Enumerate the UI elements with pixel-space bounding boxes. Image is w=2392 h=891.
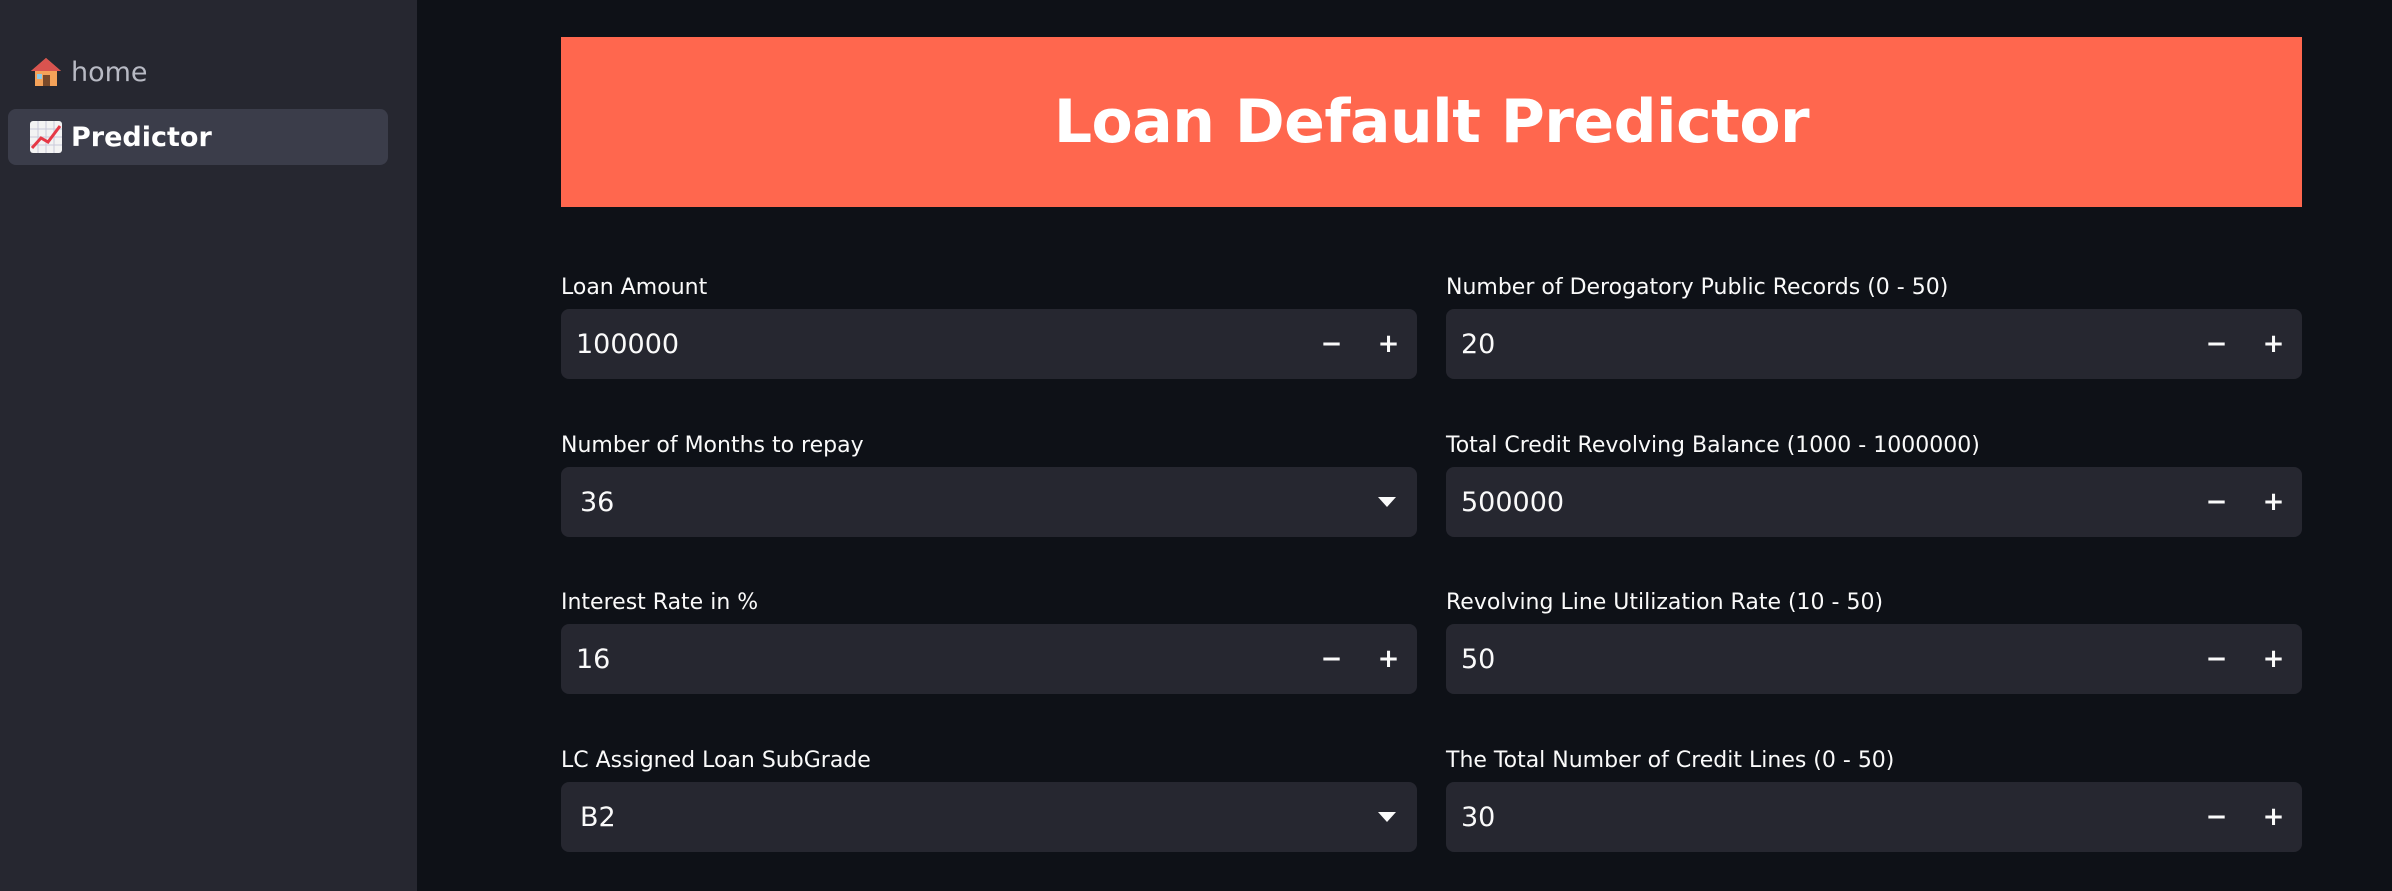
page-banner: Loan Default Predictor — [561, 37, 2302, 207]
field-value[interactable]: 36 — [561, 487, 1357, 518]
field-label: The Total Number of Credit Lines (0 - 50… — [1446, 748, 1895, 773]
decrement-button[interactable]: − — [1303, 624, 1360, 694]
derogatory-records-input[interactable]: 20 − + — [1446, 309, 2302, 379]
decrement-button[interactable]: − — [2188, 624, 2245, 694]
house-icon — [27, 54, 64, 91]
revolving-balance-field: Total Credit Revolving Balance (1000 - 1… — [1446, 431, 2302, 537]
decrement-button[interactable]: − — [2188, 309, 2245, 379]
increment-button[interactable]: + — [1360, 309, 1417, 379]
field-value[interactable]: 30 — [1446, 802, 2188, 833]
subgrade-field: LC Assigned Loan SubGrade B2 — [561, 746, 1417, 852]
interest-rate-field: Interest Rate in % 16 − + — [561, 588, 1417, 694]
decrement-button[interactable]: − — [1303, 309, 1360, 379]
utilization-rate-input[interactable]: 50 − + — [1446, 624, 2302, 694]
field-label: Loan Amount — [561, 275, 708, 300]
months-select[interactable]: 36 — [561, 467, 1417, 537]
utilization-rate-field: Revolving Line Utilization Rate (10 - 50… — [1446, 588, 2302, 694]
increment-button[interactable]: + — [2245, 467, 2302, 537]
field-label: Total Credit Revolving Balance (1000 - 1… — [1446, 433, 1980, 458]
revolving-balance-input[interactable]: 500000 − + — [1446, 467, 2302, 537]
interest-rate-input[interactable]: 16 − + — [561, 624, 1417, 694]
field-value[interactable]: 20 — [1446, 329, 2188, 360]
months-field: Number of Months to repay 36 — [561, 431, 1417, 537]
field-value[interactable]: B2 — [561, 802, 1357, 833]
field-value[interactable]: 16 — [561, 644, 1303, 675]
increment-button[interactable]: + — [2245, 782, 2302, 852]
loan-amount-input[interactable]: 100000 − + — [561, 309, 1417, 379]
credit-lines-field: The Total Number of Credit Lines (0 - 50… — [1446, 746, 2302, 852]
credit-lines-input[interactable]: 30 − + — [1446, 782, 2302, 852]
chevron-down-icon[interactable] — [1357, 782, 1417, 852]
field-label: LC Assigned Loan SubGrade — [561, 748, 871, 773]
field-label: Revolving Line Utilization Rate (10 - 50… — [1446, 590, 1884, 615]
increment-button[interactable]: + — [1360, 624, 1417, 694]
chart-increasing-icon — [27, 119, 64, 156]
main-content: Loan Default Predictor Loan Amount 10000… — [417, 0, 2392, 891]
field-value[interactable]: 100000 — [561, 329, 1303, 360]
loan-amount-field: Loan Amount 100000 − + — [561, 273, 1417, 379]
increment-button[interactable]: + — [2245, 624, 2302, 694]
field-label: Interest Rate in % — [561, 590, 759, 615]
sidebar-item-predictor[interactable]: Predictor — [8, 109, 388, 165]
derogatory-records-field: Number of Derogatory Public Records (0 -… — [1446, 273, 2302, 379]
sidebar-item-label: Predictor — [71, 121, 212, 153]
decrement-button[interactable]: − — [2188, 782, 2245, 852]
field-label: Number of Months to repay — [561, 433, 864, 458]
sidebar-item-label: home — [71, 56, 148, 88]
sidebar: home Predictor — [0, 0, 417, 891]
field-value[interactable]: 50 — [1446, 644, 2188, 675]
subgrade-select[interactable]: B2 — [561, 782, 1417, 852]
chevron-down-icon[interactable] — [1357, 467, 1417, 537]
increment-button[interactable]: + — [2245, 309, 2302, 379]
page-title: Loan Default Predictor — [1053, 87, 1810, 157]
field-label: Number of Derogatory Public Records (0 -… — [1446, 275, 1949, 300]
sidebar-item-home[interactable]: home — [8, 44, 388, 100]
decrement-button[interactable]: − — [2188, 467, 2245, 537]
field-value[interactable]: 500000 — [1446, 487, 2188, 518]
